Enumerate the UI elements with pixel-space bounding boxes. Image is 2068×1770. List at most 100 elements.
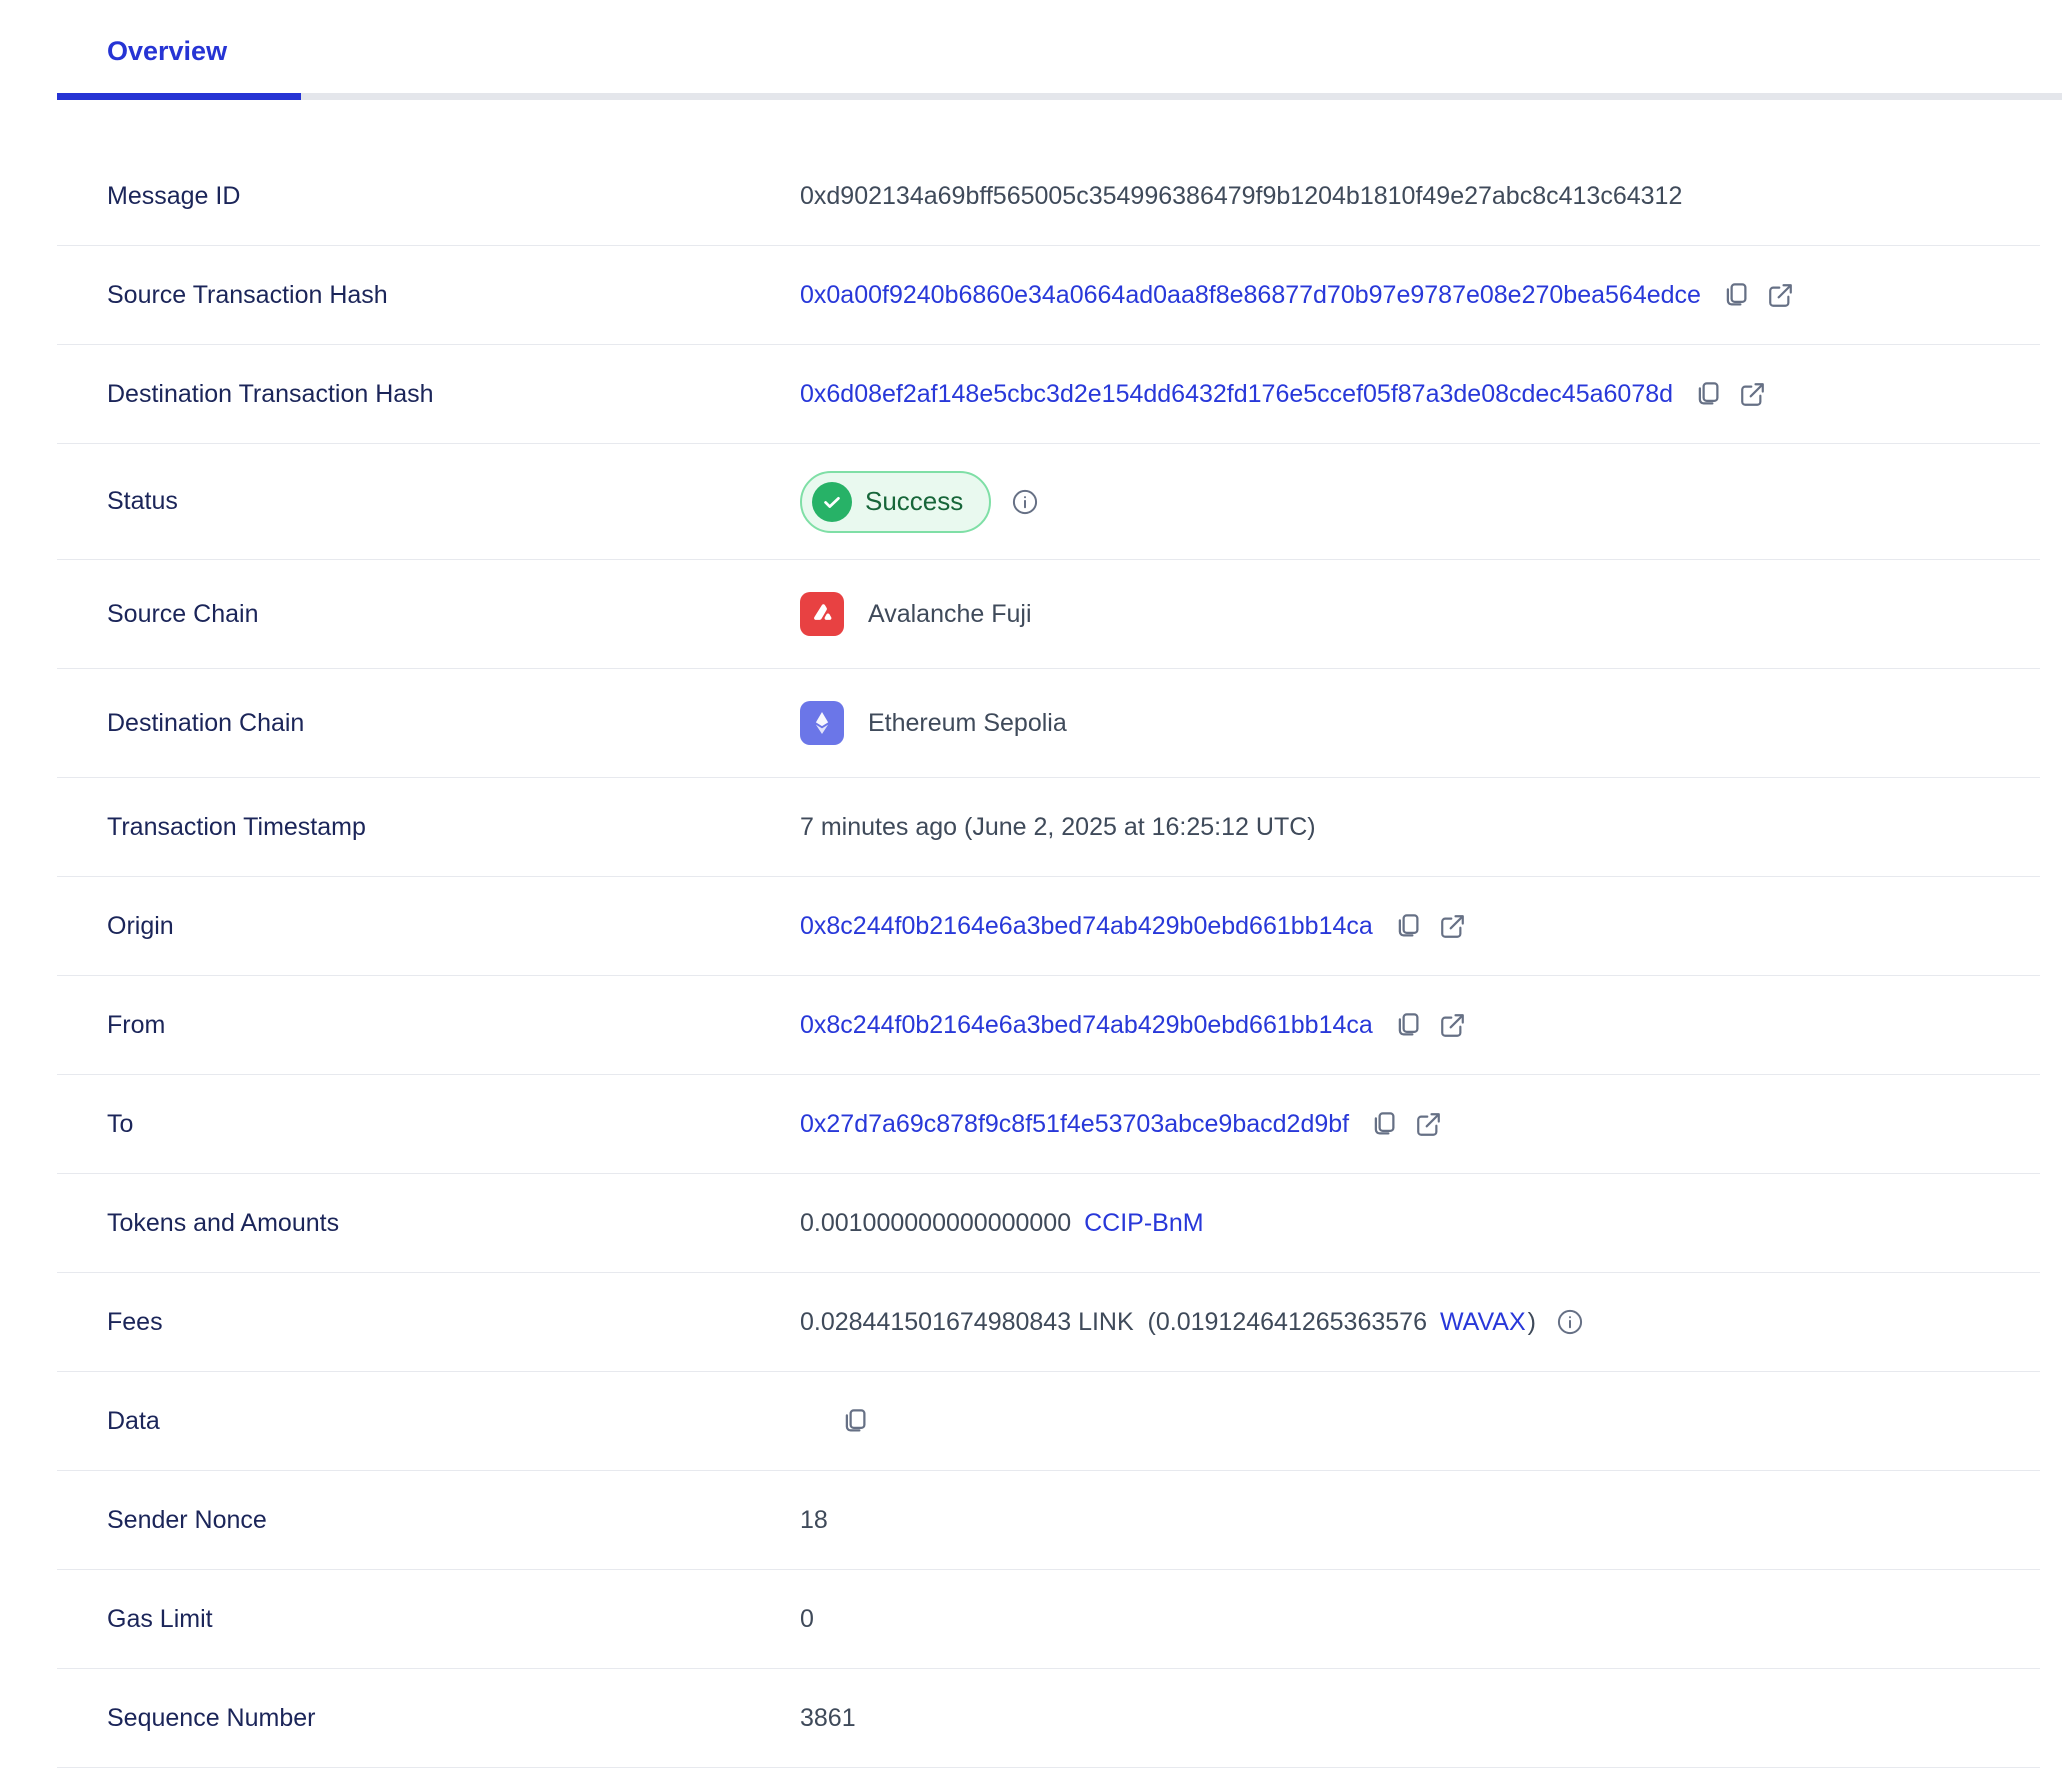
copy-icon: [1721, 280, 1751, 310]
destination-transaction-hash-copy-button[interactable]: [1693, 379, 1723, 409]
to-external-link-button[interactable]: [1414, 1110, 1443, 1139]
destination-chain-name: Ethereum Sepolia: [868, 709, 1067, 738]
check-icon: [812, 482, 852, 522]
external-link-icon: [1438, 912, 1467, 941]
copy-icon: [1393, 911, 1423, 941]
gas-limit-value: 0: [800, 1605, 2040, 1634]
transaction-timestamp-text: 7 minutes ago (June 2, 2025 at 16:25:12 …: [800, 813, 1316, 842]
transaction-timestamp-label: Transaction Timestamp: [57, 813, 800, 842]
fees-value: 0.028441501674980843 LINK (0.01912464126…: [800, 1308, 2040, 1337]
sender-nonce-value: 18: [800, 1506, 2040, 1535]
row-status: Status Success: [57, 444, 2040, 560]
sequence-number-label: Sequence Number: [57, 1704, 800, 1733]
source-transaction-hash-link[interactable]: 0x0a00f9240b6860e34a0664ad0aa8f8e86877d7…: [800, 281, 1701, 310]
source-transaction-hash-external-link-button[interactable]: [1766, 281, 1795, 310]
to-label: To: [57, 1110, 800, 1139]
row-transaction-timestamp: Transaction Timestamp7 minutes ago (June…: [57, 778, 2040, 877]
avalanche-icon: [800, 592, 844, 636]
copy-icon: [1369, 1109, 1399, 1139]
copy-icon: [1393, 1010, 1423, 1040]
row-source-chain: Source Chain Avalanche Fuji: [57, 560, 2040, 669]
destination-transaction-hash-link[interactable]: 0x6d08ef2af148e5cbc3d2e154dd6432fd176e5c…: [800, 380, 1673, 409]
row-origin: Origin0x8c244f0b2164e6a3bed74ab429b0ebd6…: [57, 877, 2040, 976]
ethereum-icon: [800, 701, 844, 745]
tokens-and-amounts-token-link[interactable]: CCIP-BnM: [1084, 1209, 1203, 1238]
tokens-and-amounts-label: Tokens and Amounts: [57, 1209, 800, 1238]
row-source-transaction-hash: Source Transaction Hash0x0a00f9240b6860e…: [57, 246, 2040, 345]
origin-label: Origin: [57, 912, 800, 941]
tab-active-indicator: [57, 93, 301, 100]
row-sequence-number: Sequence Number3861: [57, 1669, 2040, 1768]
destination-transaction-hash-value: 0x6d08ef2af148e5cbc3d2e154dd6432fd176e5c…: [800, 379, 2040, 409]
destination-transaction-hash-label: Destination Transaction Hash: [57, 380, 800, 409]
from-link[interactable]: 0x8c244f0b2164e6a3bed74ab429b0ebd661bb14…: [800, 1011, 1373, 1040]
row-gas-limit: Gas Limit0: [57, 1570, 2040, 1669]
status-info-button[interactable]: [1011, 488, 1039, 516]
copy-icon: [840, 1406, 870, 1436]
tab-overview[interactable]: Overview: [57, 22, 277, 93]
message-id-value: 0xd902134a69bff565005c354996386479f9b120…: [800, 182, 2040, 211]
fees-token-link[interactable]: WAVAX: [1440, 1308, 1526, 1337]
external-link-icon: [1766, 281, 1795, 310]
from-external-link-button[interactable]: [1438, 1011, 1467, 1040]
to-link[interactable]: 0x27d7a69c878f9c8f51f4e53703abce9bacd2d9…: [800, 1110, 1349, 1139]
row-destination-transaction-hash: Destination Transaction Hash0x6d08ef2af1…: [57, 345, 2040, 444]
message-id-text: 0xd902134a69bff565005c354996386479f9b120…: [800, 182, 1682, 211]
status-value: Success: [800, 471, 2040, 533]
ccip-message-overview: { "tabs": { "overview": "Overview" }, "c…: [0, 0, 2068, 1770]
tab-bar: Overview: [0, 0, 2068, 100]
destination-chain-value: Ethereum Sepolia: [800, 701, 2040, 745]
row-message-id: Message ID0xd902134a69bff565005c35499638…: [57, 147, 2040, 246]
data-label: Data: [57, 1407, 800, 1436]
to-value: 0x27d7a69c878f9c8f51f4e53703abce9bacd2d9…: [800, 1109, 2040, 1139]
tokens-and-amounts-value: 0.001000000000000000 CCIP-BnM: [800, 1209, 2040, 1238]
copy-icon: [1693, 379, 1723, 409]
status-text: Success: [865, 486, 963, 517]
source-chain-name: Avalanche Fuji: [868, 600, 1032, 629]
from-copy-button[interactable]: [1393, 1010, 1423, 1040]
sequence-number-text: 3861: [800, 1704, 856, 1733]
status-label: Status: [57, 487, 800, 516]
external-link-icon: [1414, 1110, 1443, 1139]
sender-nonce-text: 18: [800, 1506, 828, 1535]
transaction-timestamp-value: 7 minutes ago (June 2, 2025 at 16:25:12 …: [800, 813, 2040, 842]
info-icon: [1556, 1308, 1584, 1336]
row-sender-nonce: Sender Nonce18: [57, 1471, 2040, 1570]
source-transaction-hash-copy-button[interactable]: [1721, 280, 1751, 310]
fees-info-button[interactable]: [1556, 1308, 1584, 1336]
tab-underline-track: [57, 93, 2062, 100]
sender-nonce-label: Sender Nonce: [57, 1506, 800, 1535]
destination-transaction-hash-external-link-button[interactable]: [1738, 380, 1767, 409]
source-transaction-hash-label: Source Transaction Hash: [57, 281, 800, 310]
destination-chain-label: Destination Chain: [57, 709, 800, 738]
row-fees: Fees0.028441501674980843 LINK (0.0191246…: [57, 1273, 2040, 1372]
row-destination-chain: Destination Chain Ethereum Sepolia: [57, 669, 2040, 778]
origin-copy-button[interactable]: [1393, 911, 1423, 941]
status-badge: Success: [800, 471, 991, 533]
sequence-number-value: 3861: [800, 1704, 2040, 1733]
source-chain-value: Avalanche Fuji: [800, 592, 2040, 636]
gas-limit-label: Gas Limit: [57, 1605, 800, 1634]
row-tokens-and-amounts: Tokens and Amounts0.001000000000000000 CC…: [57, 1174, 2040, 1273]
data-value: [800, 1406, 2040, 1436]
row-from: From0x8c244f0b2164e6a3bed74ab429b0ebd661…: [57, 976, 2040, 1075]
source-transaction-hash-value: 0x0a00f9240b6860e34a0664ad0aa8f8e86877d7…: [800, 280, 2040, 310]
origin-link[interactable]: 0x8c244f0b2164e6a3bed74ab429b0ebd661bb14…: [800, 912, 1373, 941]
fees-label: Fees: [57, 1308, 800, 1337]
fees-amount: 0.028441501674980843 LINK (0.01912464126…: [800, 1308, 1427, 1337]
external-link-icon: [1438, 1011, 1467, 1040]
row-data: Data: [57, 1372, 2040, 1471]
from-label: From: [57, 1011, 800, 1040]
source-chain-label: Source Chain: [57, 600, 800, 629]
to-copy-button[interactable]: [1369, 1109, 1399, 1139]
fees-paren-close: ): [1528, 1308, 1536, 1337]
origin-value: 0x8c244f0b2164e6a3bed74ab429b0ebd661bb14…: [800, 911, 2040, 941]
message-id-label: Message ID: [57, 182, 800, 211]
tokens-and-amounts-amount: 0.001000000000000000: [800, 1209, 1071, 1238]
origin-external-link-button[interactable]: [1438, 912, 1467, 941]
overview-table: Message ID0xd902134a69bff565005c35499638…: [0, 147, 2068, 1768]
data-copy-button[interactable]: [840, 1406, 870, 1436]
from-value: 0x8c244f0b2164e6a3bed74ab429b0ebd661bb14…: [800, 1010, 2040, 1040]
external-link-icon: [1738, 380, 1767, 409]
info-icon: [1011, 488, 1039, 516]
